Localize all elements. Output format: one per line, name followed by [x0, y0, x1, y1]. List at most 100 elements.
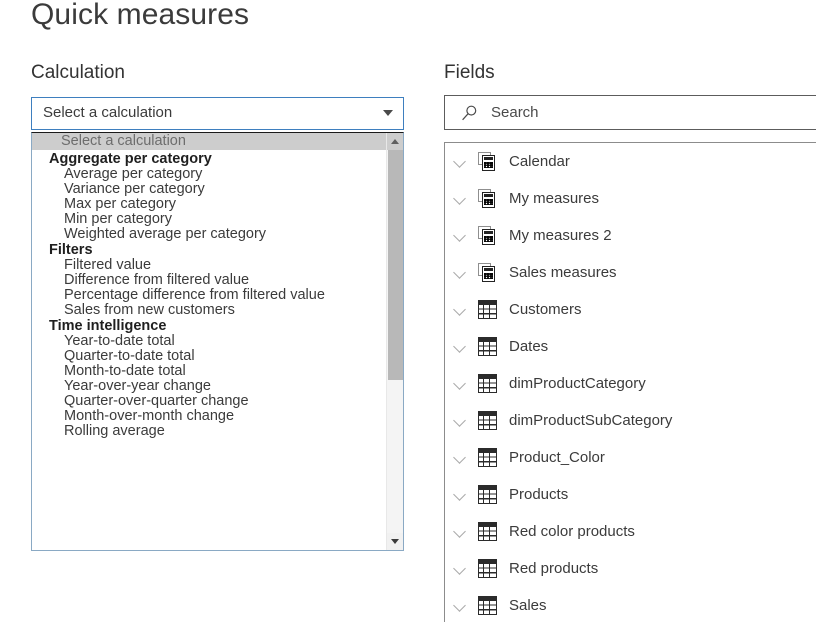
calculator-screen [484, 268, 493, 272]
dropdown-option[interactable]: Weighted average per category [32, 227, 386, 242]
dropdown-option[interactable]: Max per category [32, 197, 386, 212]
search-input[interactable]: Search [444, 95, 816, 130]
calculator-icon [478, 263, 497, 282]
field-table-row[interactable]: Red products [445, 550, 816, 587]
field-table-row[interactable]: Dates [445, 328, 816, 365]
field-table-row[interactable]: dimProductCategory [445, 365, 816, 402]
chevron-down-icon[interactable] [451, 226, 471, 246]
dropdown-scrollbar[interactable] [386, 133, 403, 550]
dropdown-option[interactable]: Year-over-year change [32, 379, 386, 394]
scrollbar-thumb[interactable] [388, 150, 403, 380]
dropdown-option[interactable]: Month-to-date total [32, 364, 386, 379]
chevron-down-icon[interactable] [451, 263, 471, 283]
search-icon [462, 105, 477, 121]
chevron-down-icon[interactable] [451, 189, 471, 209]
field-table-label: Red color products [509, 523, 635, 540]
dropdown-option[interactable]: Year-to-date total [32, 334, 386, 349]
dropdown-option[interactable]: Quarter-over-quarter change [32, 394, 386, 409]
table-icon [478, 448, 497, 467]
calculator-body [482, 155, 495, 171]
chevron-down-icon[interactable] [451, 559, 471, 579]
field-table-label: Red products [509, 560, 599, 577]
dropdown-option[interactable]: Difference from filtered value [32, 273, 386, 288]
calculation-dropdown-list[interactable]: Select a calculation Aggregate per catego… [31, 132, 404, 551]
field-table-label: My measures [509, 190, 600, 207]
search-placeholder-text: Search [491, 104, 539, 121]
field-table-label: Products [509, 486, 569, 503]
field-table-row[interactable]: Product_Color [445, 439, 816, 476]
field-table-label: dimProductCategory [509, 375, 646, 392]
calculator-keys [484, 272, 493, 280]
dropdown-option[interactable]: Min per category [32, 212, 386, 227]
field-table-label: Dates [509, 338, 549, 355]
table-icon [478, 596, 497, 615]
field-table-row[interactable]: Red color products [445, 513, 816, 550]
fields-list[interactable]: Calendar My measures My measures 2 Sales me… [444, 142, 816, 622]
dropdown-option[interactable]: Quarter-to-date total [32, 349, 386, 364]
calculator-keys [484, 198, 493, 206]
calculator-body [482, 266, 495, 282]
field-table-row[interactable]: Sales [445, 587, 816, 622]
table-icon [478, 337, 497, 356]
table-icon [478, 559, 497, 578]
dropdown-options-container: Select a calculation Aggregate per catego… [32, 133, 386, 439]
calculation-selected-value: Select a calculation [43, 104, 173, 121]
field-table-label: dimProductSubCategory [509, 412, 673, 429]
dropdown-option[interactable]: Percentage difference from filtered valu… [32, 288, 386, 303]
chevron-down-icon[interactable] [451, 337, 471, 357]
table-icon [478, 374, 497, 393]
field-table-row[interactable]: dimProductSubCategory [445, 402, 816, 439]
calculator-keys [484, 161, 493, 169]
dropdown-option[interactable]: Select a calculation [32, 133, 386, 150]
calculator-screen [484, 157, 493, 161]
dropdown-option[interactable]: Variance per category [32, 182, 386, 197]
dropdown-group-header: Time intelligence [49, 318, 167, 334]
chevron-down-icon[interactable] [451, 300, 471, 320]
dropdown-option[interactable]: Month-over-month change [32, 409, 386, 424]
table-icon [478, 300, 497, 319]
calculator-body [482, 192, 495, 208]
field-table-row[interactable]: Products [445, 476, 816, 513]
field-table-row[interactable]: Customers [445, 291, 816, 328]
field-table-label: Customers [509, 301, 582, 318]
calculator-screen [484, 231, 493, 235]
field-table-label: Product_Color [509, 449, 605, 466]
field-table-label: Calendar [509, 153, 570, 170]
field-table-row[interactable]: Sales measures [445, 254, 816, 291]
field-table-row[interactable]: My measures [445, 180, 816, 217]
field-table-row[interactable]: Calendar [445, 143, 816, 180]
caret-down-icon[interactable] [387, 533, 403, 550]
table-icon [478, 522, 497, 541]
dropdown-option[interactable]: Rolling average [32, 424, 386, 439]
dropdown-group-header: Filters [49, 242, 93, 258]
chevron-down-icon[interactable] [383, 110, 393, 116]
calculator-icon [478, 226, 497, 245]
fields-section-label: Fields [444, 62, 495, 83]
table-icon [478, 411, 497, 430]
table-icon [478, 485, 497, 504]
calculator-body [482, 229, 495, 245]
field-table-label: Sales [509, 597, 547, 614]
calculation-section-label: Calculation [31, 62, 125, 83]
calculator-keys [484, 235, 493, 243]
chevron-down-icon[interactable] [451, 448, 471, 468]
dropdown-option[interactable]: Average per category [32, 167, 386, 182]
field-table-row[interactable]: My measures 2 [445, 217, 816, 254]
chevron-down-icon[interactable] [451, 485, 471, 505]
calculator-icon [478, 152, 497, 171]
chevron-down-icon[interactable] [451, 411, 471, 431]
chevron-down-icon[interactable] [451, 152, 471, 172]
chevron-down-icon[interactable] [451, 522, 471, 542]
field-table-label: My measures 2 [509, 227, 612, 244]
dropdown-group-header: Aggregate per category [49, 151, 212, 167]
dropdown-option[interactable]: Sales from new customers [32, 303, 386, 318]
chevron-down-icon[interactable] [451, 596, 471, 616]
dropdown-option[interactable]: Filtered value [32, 258, 386, 273]
chevron-down-icon[interactable] [451, 374, 471, 394]
caret-up-icon[interactable] [387, 133, 403, 150]
calculator-screen [484, 194, 493, 198]
calculator-icon [478, 189, 497, 208]
field-table-label: Sales measures [509, 264, 617, 281]
calculation-combobox[interactable]: Select a calculation [31, 97, 404, 130]
page-title: Quick measures [31, 0, 250, 31]
